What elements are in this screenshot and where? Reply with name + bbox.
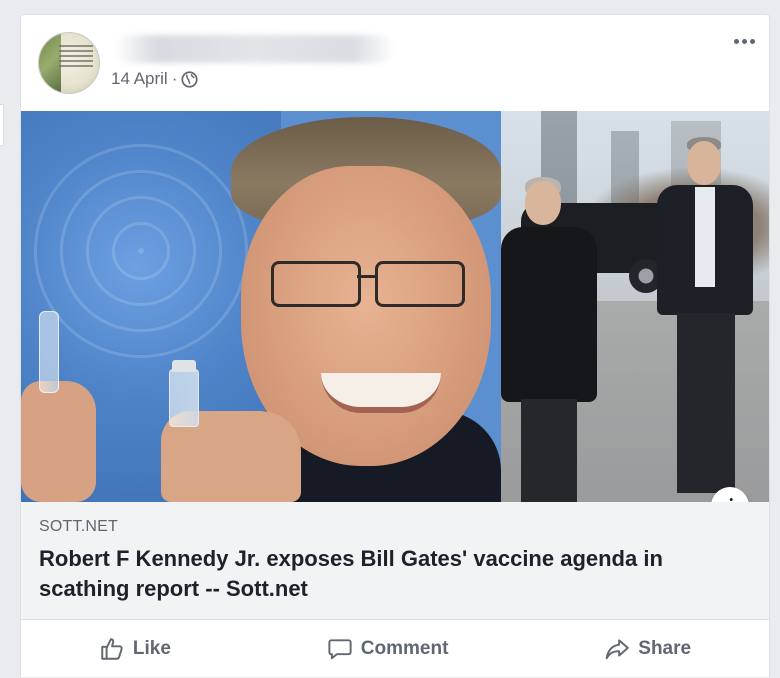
walking-man-suit: [643, 135, 763, 502]
like-label: Like: [132, 638, 171, 659]
share-label: Share: [638, 638, 692, 659]
post-meta: 14 April ·: [111, 69, 198, 89]
comment-label: Comment: [360, 638, 449, 659]
post-actions-bar: Like Comment Share: [21, 620, 769, 678]
post-timestamp[interactable]: 14 April: [111, 69, 168, 89]
link-domain: SOTT.NET: [39, 518, 118, 535]
hand-left: [21, 381, 96, 502]
vaccine-vial-left: [39, 311, 59, 393]
thumbs-up-icon: [99, 636, 125, 662]
author-avatar[interactable]: [38, 32, 100, 94]
more-horizontal-icon[interactable]: [734, 39, 755, 44]
comment-button[interactable]: Comment: [327, 636, 449, 662]
post-header: 14 April ·: [21, 15, 769, 111]
link-headline[interactable]: Robert F Kennedy Jr. exposes Bill Gates'…: [39, 544, 749, 604]
vaccine-vial-right: [169, 360, 199, 427]
link-preview-image[interactable]: i: [21, 111, 769, 502]
adjacent-panel-edge: [0, 104, 4, 146]
comment-bubble-icon: [327, 636, 353, 662]
feed-post-card: 14 April · SOTT.NET Robert F Kennedy Jr.…: [20, 14, 770, 677]
share-arrow-icon: [604, 636, 630, 662]
avatar-text-graphic: [59, 45, 93, 70]
avatar-leaf-graphic: [39, 33, 61, 93]
link-preview-caption[interactable]: SOTT.NET Robert F Kennedy Jr. exposes Bi…: [21, 502, 769, 620]
share-button[interactable]: Share: [604, 636, 691, 662]
like-button[interactable]: Like: [99, 636, 171, 662]
author-name-blurred[interactable]: [115, 35, 395, 63]
meta-separator: ·: [171, 69, 178, 88]
globe-icon[interactable]: [181, 70, 198, 88]
